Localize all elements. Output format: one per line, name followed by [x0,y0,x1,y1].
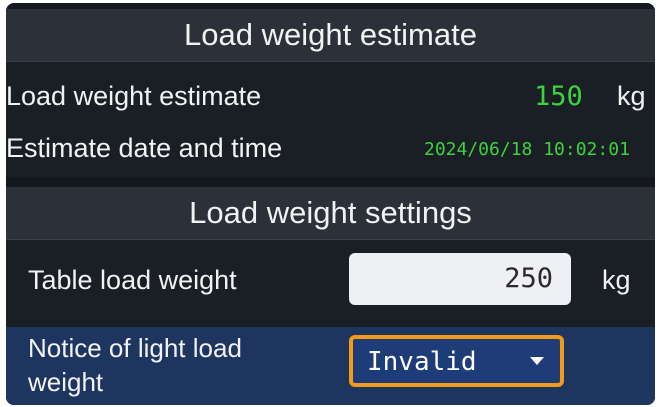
table-load-weight-label: Table load weight [28,265,237,295]
load-weight-screen: Load weight estimate Load weight estimat… [6,3,655,405]
light-load-notice-label-line1: Notice of light load [28,333,242,363]
table-load-weight-input[interactable]: 250 [349,253,571,305]
light-load-notice-label-line2: weight [28,367,104,397]
estimate-weight-value: 150 [534,81,583,112]
settings-panel-title: Load weight settings [6,187,655,240]
estimate-weight-unit: kg [617,81,646,111]
estimate-panel-title: Load weight estimate [6,9,655,62]
light-load-notice-label: Notice of light load weight [28,331,242,399]
load-weight-estimate-panel: Load weight estimate Load weight estimat… [6,9,655,177]
table-load-weight-unit: kg [602,265,631,295]
light-load-notice-selected-value: Invalid [367,347,477,377]
light-load-notice-row[interactable]: Notice of light load weight Invalid [6,327,655,405]
chevron-down-icon [530,357,544,365]
estimate-weight-label: Load weight estimate [6,81,262,111]
estimate-datetime-label: Estimate date and time [6,133,283,163]
load-weight-settings-panel: Load weight settings Table load weight 2… [6,187,655,405]
table-load-weight-row: Table load weight 250 kg [6,247,655,317]
estimate-datetime-value: 2024/06/18 10:02:01 [424,139,630,160]
light-load-notice-select[interactable]: Invalid [349,335,564,387]
estimate-weight-row: Load weight estimate 150 kg [6,71,655,121]
estimate-datetime-row: Estimate date and time 2024/06/18 10:02:… [6,123,655,173]
